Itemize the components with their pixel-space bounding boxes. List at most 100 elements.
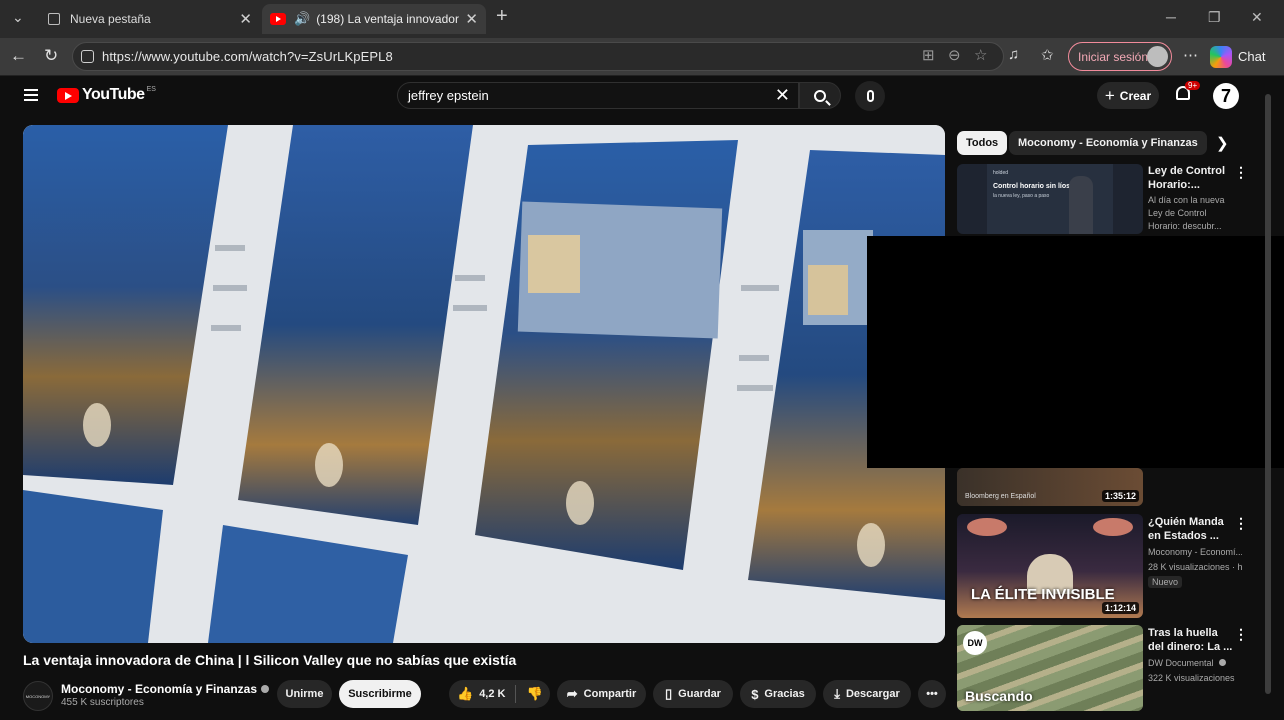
channel-name[interactable]: Moconomy - Economía y Finanzas <box>61 682 270 696</box>
search-input[interactable]: jeffrey epstein ✕ <box>397 82 799 109</box>
thanks-button[interactable]: $ Gracias <box>740 680 816 708</box>
search-button[interactable] <box>799 82 841 109</box>
related-views: 322 K visualizaciones <box>1148 673 1235 683</box>
related-channel-text: DW Documental <box>1148 658 1214 668</box>
scrollbar-thumb[interactable] <box>1265 94 1271 694</box>
close-tab-icon[interactable]: ✕ <box>239 10 252 28</box>
video-player[interactable] <box>23 125 945 643</box>
video-frame <box>23 125 945 643</box>
black-overlay-panel <box>867 236 1284 468</box>
youtube-favicon-icon <box>270 12 286 26</box>
video-duration: 1:35:12 <box>1101 490 1139 502</box>
close-window-icon[interactable]: ✕ <box>1251 9 1263 26</box>
create-label: Crear <box>1119 88 1152 103</box>
thumb-subtitle: la nueva ley, paso a paso <box>993 193 1050 199</box>
related-meta: Al día con la nueva <box>1148 195 1225 205</box>
plus-icon: + <box>1104 85 1115 105</box>
back-arrow-icon[interactable]: ← <box>10 46 27 66</box>
chat-label: Chat <box>1238 49 1266 64</box>
new-badge: Nuevo <box>1148 576 1183 588</box>
video-duration: 1:12:14 <box>1101 602 1139 614</box>
search-icon <box>814 89 826 102</box>
url-text: https://www.youtube.com/watch?v=ZsUrLKpE… <box>102 49 393 64</box>
notification-badge: 9+ <box>1185 81 1201 90</box>
related-title[interactable]: Tras la huella del dinero: La ... <box>1148 626 1234 654</box>
puppet-hand-left <box>967 518 1007 536</box>
join-button[interactable]: Unirme <box>277 680 332 708</box>
tab-title: Nueva pestaña <box>70 12 151 26</box>
thumb-channel: Bloomberg en Español <box>965 493 1036 500</box>
tab-actions-chevron-icon[interactable]: ⌄ <box>12 9 24 26</box>
share-label: Compartir <box>583 688 637 700</box>
verified-icon <box>261 685 270 693</box>
channel-name-text: Moconomy - Economía y Finanzas <box>61 682 258 696</box>
related-thumbnail[interactable]: holded Control horario sin líos: la nuev… <box>957 164 1143 234</box>
new-tab-page-icon <box>46 12 62 26</box>
reload-icon[interactable]: ↻ <box>44 46 58 66</box>
related-channel[interactable]: Moconomy - Economí... <box>1148 546 1242 558</box>
site-info-icon[interactable] <box>81 50 94 63</box>
minimize-window-icon[interactable]: ─ <box>1166 9 1176 25</box>
favorites-icon[interactable]: ✩ <box>1041 46 1054 64</box>
related-channel[interactable]: DW Documental <box>1148 657 1242 669</box>
zoom-icon[interactable]: ⊖ <box>948 46 961 64</box>
dw-logo: DW <box>963 631 987 655</box>
related-thumbnail[interactable]: LA ÉLITE INVISIBLE 1:12:14 <box>957 514 1143 618</box>
more-actions-button[interactable]: ••• <box>918 680 946 708</box>
thanks-dollar-icon: $ <box>751 686 759 702</box>
related-views: 28 K visualizaciones · h <box>1148 562 1242 572</box>
thumb-person <box>1069 176 1093 234</box>
thumb-tag: holded <box>993 170 1009 176</box>
media-control-icon[interactable]: ♫ <box>1008 46 1019 63</box>
like-count[interactable]: 4,2 K <box>479 688 505 700</box>
chevron-right-icon[interactable]: ❯ <box>1216 134 1229 152</box>
new-tab-plus-icon[interactable]: + <box>496 5 508 28</box>
channel-avatar[interactable]: MOCONOMY <box>23 681 53 711</box>
related-title[interactable]: Ley de Control Horario:... <box>1148 164 1234 192</box>
download-icon: ⤓ <box>834 686 840 701</box>
kebab-menu-icon[interactable]: ⋮ <box>1234 164 1248 181</box>
restore-window-icon[interactable]: ❐ <box>1208 9 1221 26</box>
related-meta: Horario: descubr... <box>1148 221 1222 231</box>
like-icon[interactable]: 👍 <box>457 686 473 702</box>
save-button[interactable]: ▯ Guardar <box>653 680 733 708</box>
menu-hamburger-icon[interactable] <box>24 89 38 101</box>
chip-todos[interactable]: Todos <box>957 131 1008 155</box>
search-query: jeffrey epstein <box>408 88 489 103</box>
related-title[interactable]: ¿Quién Manda en Estados ... <box>1148 515 1234 543</box>
subscribe-button[interactable]: Suscribirme <box>339 680 421 708</box>
signin-button[interactable]: Iniciar sesión <box>1068 42 1172 71</box>
like-divider <box>515 685 517 703</box>
tab-youtube-video[interactable]: 🔊 (198) La ventaja innovadora d ✕ <box>262 4 486 34</box>
kebab-menu-icon[interactable]: ⋮ <box>1234 626 1248 643</box>
verified-icon <box>1219 659 1227 666</box>
dislike-icon[interactable]: 👎 <box>526 686 542 702</box>
speaker-icon[interactable]: 🔊 <box>294 11 310 27</box>
page-scrollbar[interactable] <box>1263 90 1273 710</box>
favorite-star-icon[interactable]: ☆ <box>974 46 987 64</box>
voice-search-button[interactable] <box>855 81 885 111</box>
account-avatar[interactable]: 7 <box>1213 83 1239 109</box>
notifications-button[interactable]: 9+ <box>1176 81 1201 102</box>
logo-wordmark: YouTube <box>82 86 145 103</box>
thumb-headline: LA ÉLITE INVISIBLE <box>971 586 1115 603</box>
youtube-logo[interactable]: YouTube ES <box>57 86 156 104</box>
tab-new-tab[interactable]: Nueva pestaña ✕ <box>38 4 260 34</box>
address-bar[interactable]: https://www.youtube.com/watch?v=ZsUrLKpE… <box>72 42 1004 71</box>
copilot-chat-button[interactable]: Chat <box>1210 42 1276 71</box>
create-button[interactable]: + Crear <box>1097 82 1159 109</box>
chip-channel[interactable]: Moconomy - Economía y Finanzas <box>1009 131 1207 155</box>
download-label: Descargar <box>845 688 900 700</box>
thanks-label: Gracias <box>764 688 805 700</box>
tab-title: (198) La ventaja innovadora d <box>316 12 459 26</box>
share-button[interactable]: ➦ Compartir <box>557 680 646 708</box>
related-thumbnail[interactable]: DW Buscando <box>957 625 1143 711</box>
app-available-icon[interactable]: ⊞ <box>922 46 935 64</box>
settings-more-icon[interactable]: ⋯ <box>1183 46 1198 64</box>
share-arrow-icon: ➦ <box>566 686 578 701</box>
clear-search-icon[interactable]: ✕ <box>775 85 790 106</box>
kebab-menu-icon[interactable]: ⋮ <box>1234 515 1248 532</box>
related-thumbnail[interactable]: Bloomberg en Español 1:35:12 <box>957 468 1143 506</box>
close-tab-icon[interactable]: ✕ <box>465 10 478 28</box>
download-button[interactable]: ⤓ Descargar <box>823 680 911 708</box>
